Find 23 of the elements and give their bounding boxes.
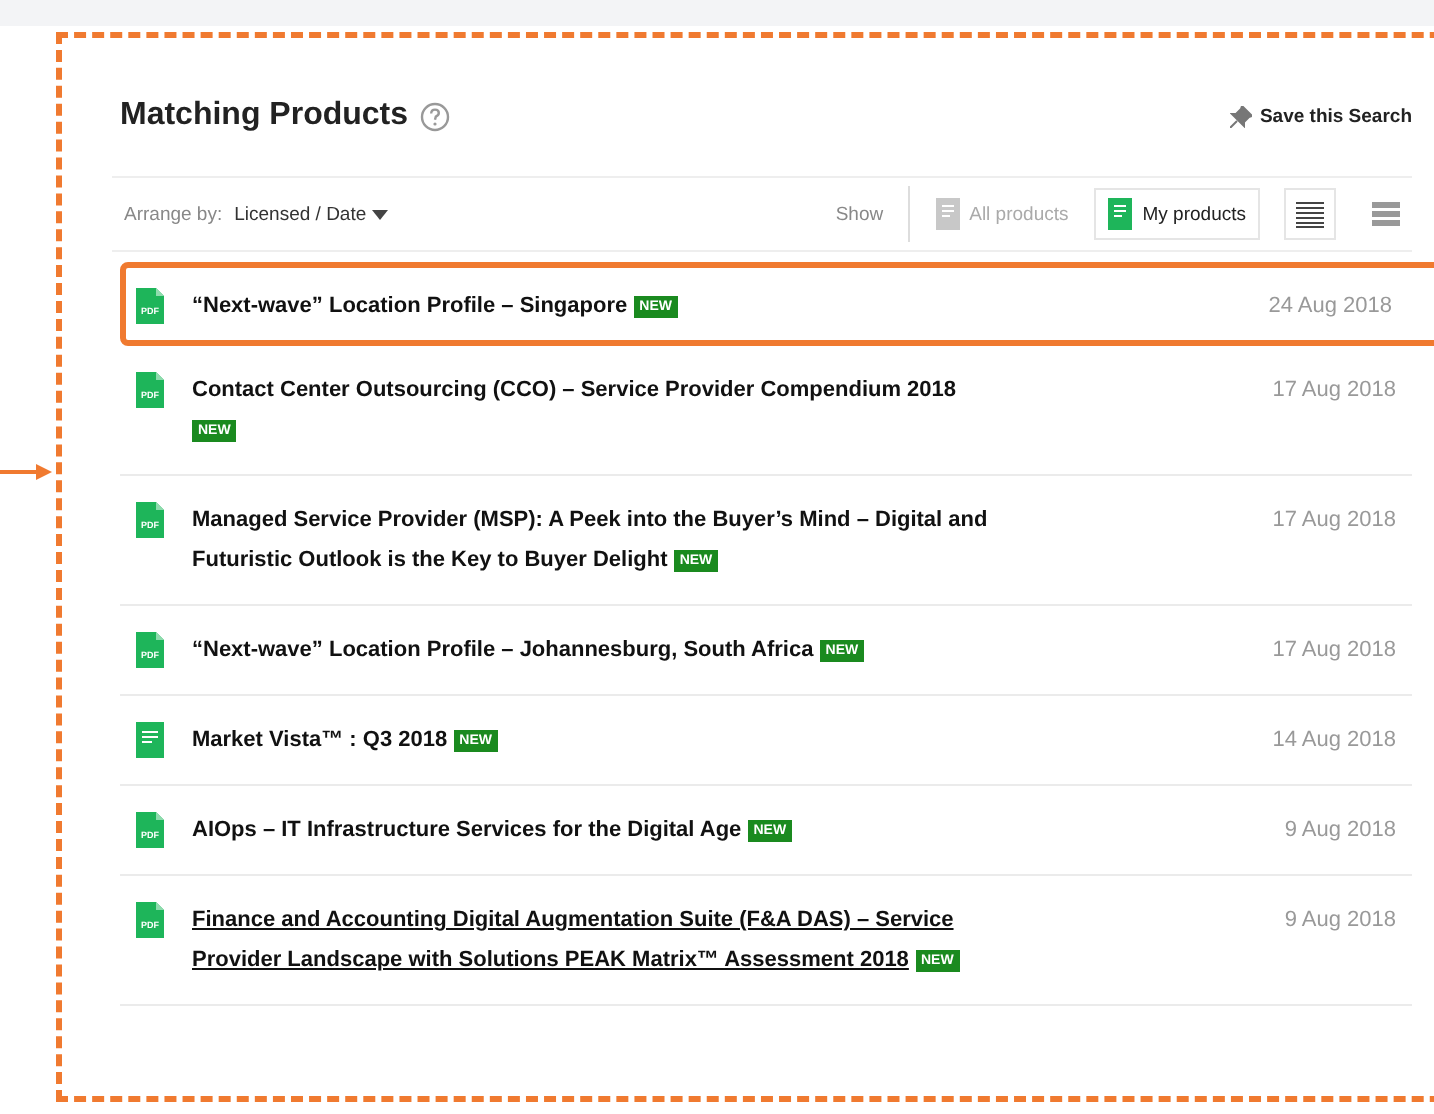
document-icon <box>935 198 960 230</box>
caret-icon <box>372 209 389 219</box>
filter-toggle[interactable]: My products <box>1094 188 1260 240</box>
product-date: 17 Aug 2018 <box>1272 376 1396 406</box>
help-icon[interactable] <box>420 101 451 131</box>
document-icon <box>1108 198 1133 230</box>
product-date: 17 Aug 2018 <box>1272 506 1396 536</box>
sort-dropdown[interactable]: Licensed / Date <box>234 203 389 225</box>
product-date: 24 Aug 2018 <box>1268 292 1392 322</box>
arrange-label: Arrange by: <box>124 203 223 225</box>
show-label: Show <box>835 203 884 225</box>
save-search-link[interactable]: Save this Search <box>1259 105 1412 127</box>
product-date: 14 Aug 2018 <box>1272 726 1396 756</box>
product-date: 9 Aug 2018 <box>1284 816 1396 846</box>
pin-icon[interactable] <box>1229 105 1252 127</box>
compact-list-icon <box>1296 200 1324 228</box>
list-icon <box>1372 200 1400 228</box>
document-icon <box>136 722 164 758</box>
product-date: 9 Aug 2018 <box>1284 906 1396 936</box>
section-title: Matching Products <box>120 98 409 134</box>
arrow-icon <box>0 462 52 482</box>
product-date: 17 Aug 2018 <box>1272 636 1396 666</box>
compact-list-view-button[interactable] <box>1284 188 1336 240</box>
